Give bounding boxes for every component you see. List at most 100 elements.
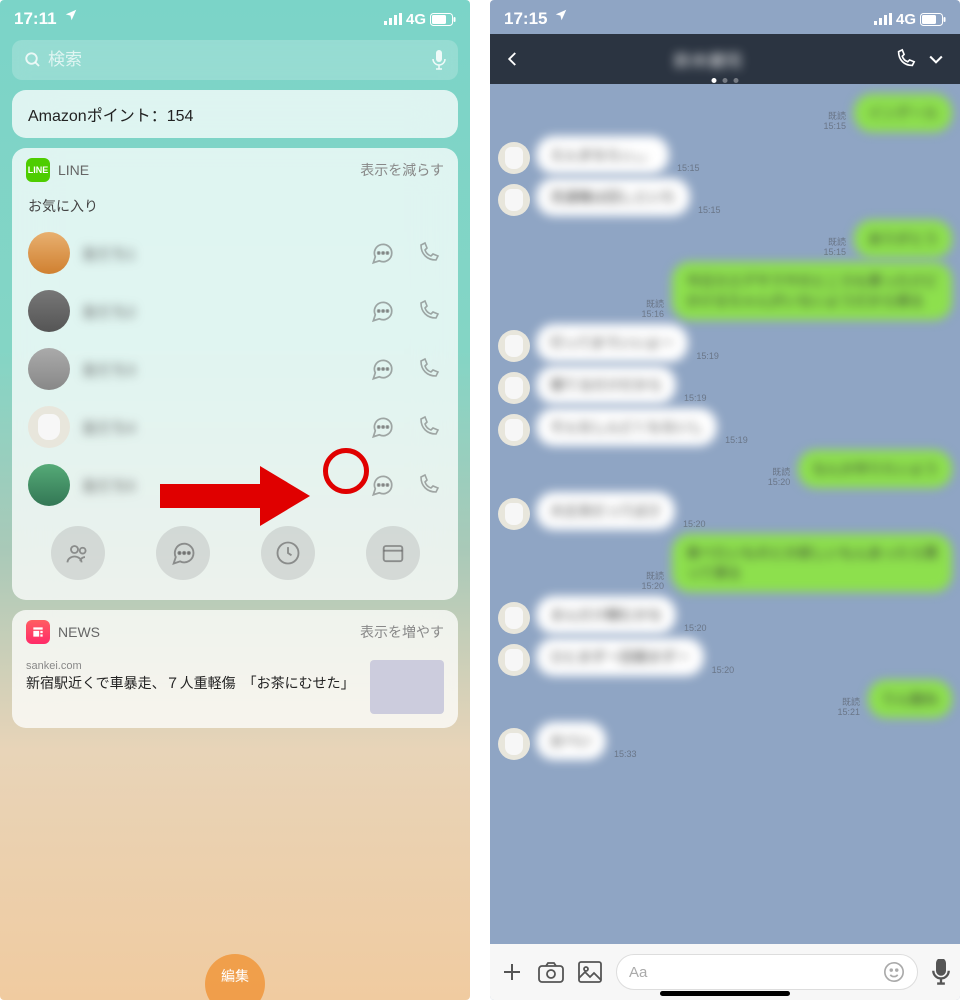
location-icon — [64, 8, 78, 22]
amazon-widget[interactable]: Amazonポイント：154 — [12, 90, 458, 138]
chat-header: 鈴木健司 — [490, 34, 960, 84]
edit-label: 編集 — [221, 966, 249, 986]
emoji-button[interactable] — [883, 961, 905, 983]
search-icon — [24, 51, 42, 69]
signal-icon — [384, 13, 402, 25]
amazon-points-label: Amazonポイント：154 — [28, 108, 193, 125]
message-row[interactable]: おべい15:33 — [498, 722, 952, 760]
show-less-button[interactable]: 表示を減らす — [360, 160, 444, 180]
message-row[interactable]: インデール既読15:15 — [498, 94, 952, 132]
network-label: 4G — [406, 11, 426, 28]
back-button[interactable] — [504, 50, 522, 68]
message-row[interactable]: 行ってまでいいよー15:19 — [498, 324, 952, 362]
avatar — [28, 290, 70, 332]
avatar — [28, 406, 70, 448]
chats-icon[interactable] — [156, 526, 210, 580]
favorite-contact-row[interactable]: 友だち3 — [12, 340, 458, 398]
home-indicator[interactable] — [660, 991, 790, 996]
contact-name: 友だち4 — [82, 417, 356, 438]
message-bubble: りん飴ね — [868, 680, 952, 718]
call-icon[interactable] — [414, 413, 442, 441]
news-source: sankei.com — [26, 660, 360, 672]
chat-icon[interactable] — [368, 355, 396, 383]
timeline-icon[interactable] — [261, 526, 315, 580]
call-icon[interactable] — [414, 297, 442, 325]
status-right: 4G — [874, 11, 946, 28]
favorites-title: お気に入り — [12, 192, 458, 224]
status-bar: 17:11 4G — [0, 0, 470, 34]
phone-today-view: 17:11 4G Amazonポイント：154 LINE LINE 表示を減らす… — [0, 0, 470, 1000]
voice-message-button[interactable] — [932, 959, 950, 985]
message-meta: 15:15 — [677, 164, 700, 174]
news-app-icon — [26, 620, 50, 644]
message-meta: 15:20 — [712, 666, 735, 676]
message-bubble: そんなしんどくもないし — [536, 408, 717, 446]
message-row[interactable]: ありがとう既読15:15 — [498, 220, 952, 258]
message-row[interactable]: ひとまずー回寝まずー 15:20 — [498, 638, 952, 676]
message-bubble: ありがとう — [854, 220, 952, 258]
chat-icon[interactable] — [368, 297, 396, 325]
avatar — [498, 330, 530, 362]
wallet-icon[interactable] — [366, 526, 420, 580]
contact-name: 友だち2 — [82, 301, 356, 322]
avatar — [28, 464, 70, 506]
message-bubble: えんまならぃ。。 — [536, 136, 669, 174]
favorite-contact-row[interactable]: 友だち5 — [12, 456, 458, 514]
message-row[interactable]: なんか作りたいよう既読15:20 — [498, 450, 952, 488]
chat-icon[interactable] — [368, 239, 396, 267]
favorite-contact-row[interactable]: 友だち4 — [12, 398, 458, 456]
mic-icon[interactable] — [432, 50, 446, 70]
friends-icon[interactable] — [51, 526, 105, 580]
chat-title: 鈴木健司 — [532, 47, 884, 72]
message-row[interactable]: 今日カエデサラサのところも寄ったけどかけるちゃんがいないようだから帰る既読15:… — [498, 262, 952, 320]
line-widget-header: LINE LINE 表示を減らす — [12, 148, 458, 192]
favorite-contact-row[interactable]: 友だち1 — [12, 224, 458, 282]
message-input[interactable]: Aa — [616, 954, 918, 990]
call-icon[interactable] — [414, 471, 442, 499]
message-row[interactable]: 食べたいものとか欲しいもんあったら買って帰る既読15:20 — [498, 534, 952, 592]
show-more-button[interactable]: 表示を増やす — [360, 622, 444, 642]
message-row[interactable]: 洗濯機は回しといた15:15 — [498, 178, 952, 216]
message-row[interactable]: えんまならぃ。。 15:15 — [498, 136, 952, 174]
edit-button[interactable]: 編集 — [205, 954, 265, 1000]
call-icon[interactable] — [414, 239, 442, 267]
camera-button[interactable] — [538, 961, 564, 983]
message-meta: 既読15:16 — [641, 300, 664, 320]
news-item[interactable]: sankei.com 新宿駅近くで車暴走、７人重軽傷 「お茶にむせた」 — [12, 654, 458, 728]
message-meta: 既読15:20 — [768, 468, 791, 488]
spotlight-search[interactable] — [12, 40, 458, 80]
search-input[interactable] — [48, 50, 432, 70]
message-bubble: 大丈夫だってばさ — [536, 492, 675, 530]
message-row[interactable]: 寝てるだけだから15:19 — [498, 366, 952, 404]
news-app-name: NEWS — [58, 624, 360, 640]
message-row[interactable]: そんなしんどくもないし15:19 — [498, 408, 952, 446]
message-bubble: なんか作りたいよう — [798, 450, 952, 488]
favorite-contact-row[interactable]: 友だち2 — [12, 282, 458, 340]
phone-line-chat: 17:15 4G 鈴木健司 インデール既読15:15 えんまならぃ。。 15:15 洗… — [490, 0, 960, 1000]
chat-messages[interactable]: インデール既読15:15 えんまならぃ。。 15:15 洗濯機は回しといた15:15 あ… — [490, 84, 960, 944]
message-meta: 15:19 — [684, 394, 707, 404]
battery-icon — [920, 13, 946, 26]
status-bar: 17:15 4G — [490, 0, 960, 34]
chat-icon[interactable] — [368, 413, 396, 441]
message-row[interactable]: まんだけ頼むかな15:20 — [498, 596, 952, 634]
gallery-button[interactable] — [578, 961, 602, 983]
menu-button[interactable] — [926, 49, 946, 69]
avatar — [498, 728, 530, 760]
news-headline: 新宿駅近くで車暴走、７人重軽傷 「お茶にむせた」 — [26, 674, 360, 694]
avatar — [498, 142, 530, 174]
voice-call-button[interactable] — [894, 48, 916, 70]
message-row[interactable]: りん飴ね既読15:21 — [498, 680, 952, 718]
call-icon[interactable] — [414, 355, 442, 383]
message-bubble: ひとまずー回寝まずー — [536, 638, 704, 676]
message-row[interactable]: 大丈夫だってばさ15:20 — [498, 492, 952, 530]
message-bubble: おべい — [536, 722, 606, 760]
add-button[interactable] — [500, 960, 524, 984]
message-meta: 既読15:21 — [837, 698, 860, 718]
message-bubble: まんだけ頼むかな — [536, 596, 676, 634]
contact-name: 友だち5 — [82, 475, 356, 496]
status-time: 17:15 — [504, 9, 547, 29]
avatar — [498, 498, 530, 530]
message-bubble: 食べたいものとか欲しいもんあったら買って帰る — [672, 534, 952, 592]
chat-icon[interactable] — [368, 471, 396, 499]
